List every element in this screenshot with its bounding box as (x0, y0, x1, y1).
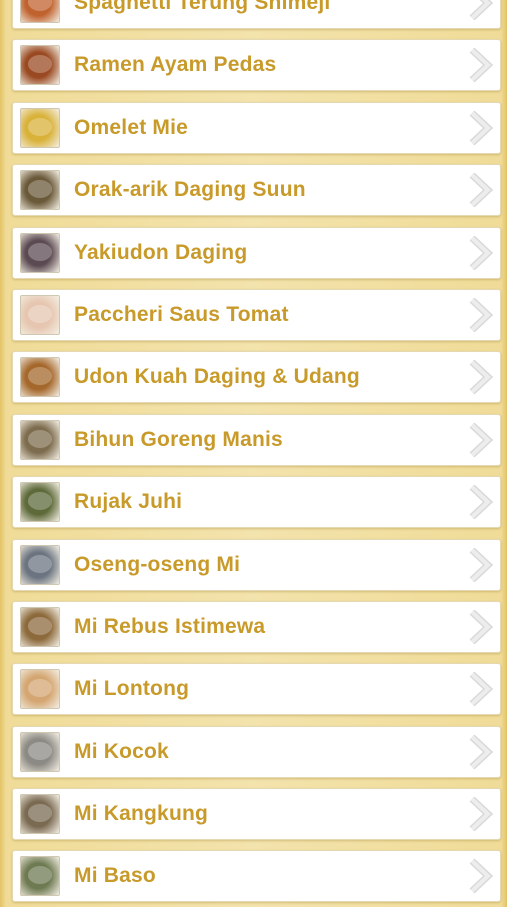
list-item[interactable]: Omelet Mie (0, 96, 507, 158)
list-item[interactable]: Spaghetti Terung Shimeji (0, 0, 507, 33)
chevron-right-icon (466, 609, 496, 645)
recipe-title: Udon Kuah Daging & Udang (74, 365, 360, 389)
recipe-cell[interactable]: Oseng-oseng Mi (12, 538, 501, 591)
dish-thumbnail-icon (20, 606, 60, 647)
dish-thumbnail-icon (20, 232, 60, 273)
recipe-cell[interactable]: Ramen Ayam Pedas (12, 39, 501, 92)
dish-thumbnail-icon (20, 794, 60, 835)
chevron-right-icon (466, 858, 496, 895)
chevron-right-icon (466, 110, 496, 146)
chevron-right-icon (466, 0, 496, 21)
dish-thumbnail-icon (20, 669, 60, 710)
recipe-list: Spaghetti Terung Shimeji Ramen Ayam Pedas… (0, 0, 507, 907)
dish-thumbnail-icon (20, 856, 60, 897)
list-item[interactable]: Orak-arik Daging Suun (0, 158, 507, 220)
list-item[interactable]: Mi Baso (0, 844, 507, 906)
recipe-cell[interactable]: Yakiudon Daging (12, 226, 501, 279)
recipe-cell[interactable]: Bihun Goreng Manis (12, 413, 501, 466)
recipe-title: Oseng-oseng Mi (74, 552, 241, 576)
chevron-right-icon (466, 172, 496, 208)
recipe-title: Bihun Goreng Manis (74, 427, 283, 451)
chevron-right-icon (466, 297, 496, 333)
recipe-cell[interactable]: Mi Baso (12, 850, 501, 903)
recipe-cell[interactable]: Paccheri Saus Tomat (12, 288, 501, 341)
dish-thumbnail-icon (20, 0, 60, 23)
recipe-cell[interactable]: Mi Lontong (12, 663, 501, 716)
list-item[interactable]: Mi Kangkung (0, 782, 507, 844)
recipe-cell[interactable]: Rujak Juhi (12, 476, 501, 529)
list-item[interactable]: Udon Kuah Daging & Udang (0, 345, 507, 407)
recipe-title: Mi Rebus Istimewa (74, 614, 266, 638)
dish-thumbnail-icon (20, 731, 60, 772)
recipe-title: Spaghetti Terung Shimeji (74, 0, 331, 14)
dish-thumbnail-icon (20, 419, 60, 460)
recipe-title: Ramen Ayam Pedas (74, 53, 277, 77)
recipe-cell[interactable]: Mi Kangkung (12, 788, 501, 841)
chevron-right-icon (466, 671, 496, 707)
list-item[interactable]: Ramen Ayam Pedas (0, 33, 507, 95)
list-item[interactable]: Bihun Goreng Manis (0, 408, 507, 470)
chevron-right-icon (466, 422, 496, 458)
dish-thumbnail-icon (20, 170, 60, 211)
recipe-cell[interactable]: Orak-arik Daging Suun (12, 164, 501, 217)
recipe-title: Mi Kocok (74, 739, 169, 763)
list-item[interactable]: Rujak Juhi (0, 470, 507, 532)
recipe-title: Rujak Juhi (74, 490, 183, 514)
dish-thumbnail-icon (20, 294, 60, 335)
chevron-right-icon (466, 359, 496, 395)
chevron-right-icon (466, 796, 496, 832)
dish-thumbnail-icon (20, 482, 60, 523)
recipe-title: Mi Baso (74, 864, 156, 888)
chevron-right-icon (466, 47, 496, 83)
recipe-title: Paccheri Saus Tomat (74, 302, 289, 326)
recipe-title: Yakiudon Daging (74, 240, 248, 264)
recipe-cell[interactable]: Mi Rebus Istimewa (12, 600, 501, 653)
list-item[interactable]: Paccheri Saus Tomat (0, 283, 507, 345)
list-item[interactable]: Yakiudon Daging (0, 221, 507, 283)
recipe-cell[interactable]: Spaghetti Terung Shimeji (12, 0, 501, 29)
recipe-title: Mi Lontong (74, 677, 190, 701)
dish-thumbnail-icon (20, 45, 60, 86)
list-item[interactable]: Mi Kocok (0, 720, 507, 782)
dish-thumbnail-icon (20, 107, 60, 148)
dish-thumbnail-icon (20, 357, 60, 398)
chevron-right-icon (466, 484, 496, 520)
recipe-title: Mi Kangkung (74, 802, 209, 826)
list-item[interactable]: Oseng-oseng Mi (0, 533, 507, 595)
chevron-right-icon (466, 235, 496, 271)
list-item[interactable]: Mi Lontong (0, 657, 507, 719)
recipe-cell[interactable]: Udon Kuah Daging & Udang (12, 351, 501, 404)
recipe-title: Omelet Mie (74, 115, 189, 139)
list-item[interactable]: Mi Rebus Istimewa (0, 595, 507, 657)
chevron-right-icon (466, 546, 496, 583)
chevron-right-icon (466, 734, 496, 770)
recipe-cell[interactable]: Omelet Mie (12, 101, 501, 154)
recipe-cell[interactable]: Mi Kocok (12, 725, 501, 778)
recipe-title: Orak-arik Daging Suun (74, 178, 306, 202)
dish-thumbnail-icon (20, 544, 60, 585)
